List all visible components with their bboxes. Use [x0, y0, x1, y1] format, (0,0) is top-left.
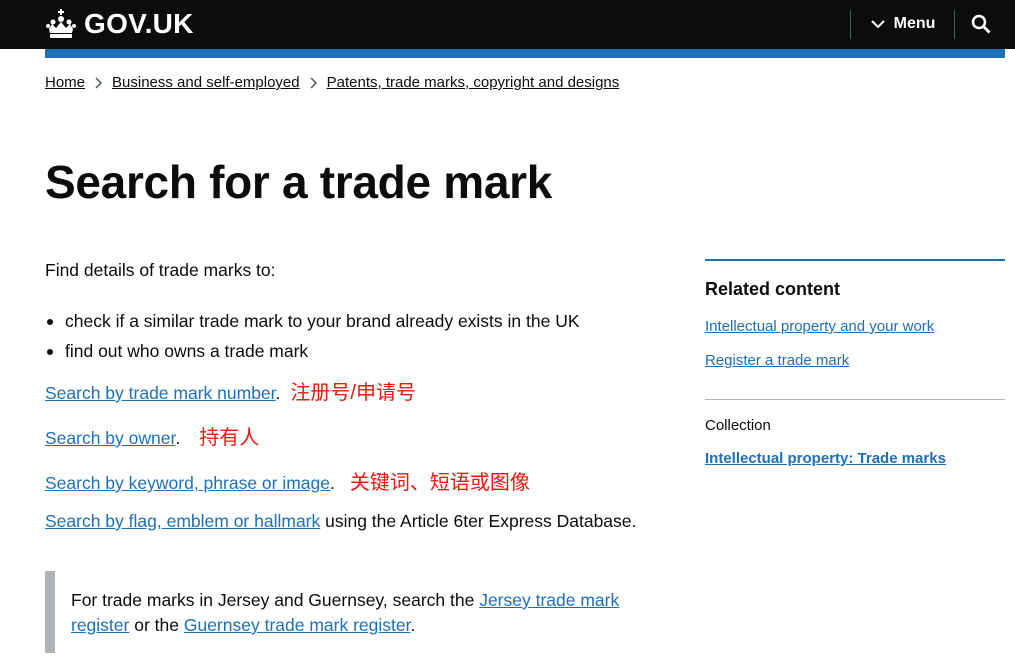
annotation-note: 持有人	[199, 427, 260, 449]
chevron-right-icon	[95, 76, 103, 89]
breadcrumb-business[interactable]: Business and self-employed	[112, 74, 300, 91]
menu-label: Menu	[893, 15, 936, 32]
related-link-register[interactable]: Register a trade mark	[705, 352, 1005, 369]
header-divider	[954, 10, 955, 39]
chevron-down-icon	[870, 19, 885, 28]
bullet-list: check if a similar trade mark to your br…	[45, 306, 580, 366]
search-icon	[971, 14, 991, 34]
link-suffix: .	[175, 428, 181, 448]
search-option: Search by keyword, phrase or image. 关键词、短…	[45, 466, 530, 495]
inset-text-middle: or the	[129, 615, 184, 635]
logo-text: GOV.UK	[84, 8, 194, 39]
intro-text: Find details of trade marks to:	[45, 260, 276, 280]
govuk-logo-link[interactable]: GOV.UK	[45, 6, 194, 42]
search-option: Search by flag, emblem or hallmark using…	[45, 511, 636, 532]
link-suffix: .	[330, 473, 335, 493]
header-divider	[850, 10, 851, 39]
search-by-flag-link[interactable]: Search by flag, emblem or hallmark	[45, 511, 320, 531]
annotation-note: 注册号/申请号	[290, 382, 416, 404]
related-content-heading: Related content	[705, 279, 841, 299]
menu-button[interactable]: Menu	[862, 9, 944, 39]
search-by-number-link[interactable]: Search by trade mark number	[45, 383, 276, 403]
site-header: GOV.UK Menu	[0, 0, 1015, 49]
page-title: Search for a trade mark	[45, 156, 553, 208]
chevron-right-icon	[310, 76, 317, 89]
search-option: Search by owner. 持有人	[45, 421, 259, 450]
link-suffix: using the Article 6ter Express Database.	[320, 511, 637, 531]
collection-label: Collection	[705, 417, 771, 434]
annotation-note: 关键词、短语或图像	[349, 472, 530, 494]
inset-text-after: .	[410, 615, 416, 635]
breadcrumb-patents[interactable]: Patents, trade marks, copyright and desi…	[327, 74, 620, 91]
sidebar-top-border	[705, 259, 1005, 261]
related-content-sidebar: Related content Intellectual property an…	[705, 259, 1005, 467]
search-option: Search by trade mark number. 注册号/申请号	[45, 376, 416, 405]
guernsey-register-link[interactable]: Guernsey trade mark register	[184, 615, 411, 635]
list-item: find out who owns a trade mark	[45, 336, 580, 366]
sidebar-divider	[705, 399, 1005, 400]
crown-icon	[46, 9, 76, 38]
related-link-ip-work[interactable]: Intellectual property and your work	[705, 318, 1005, 335]
collection-link[interactable]: Intellectual property: Trade marks	[705, 450, 1005, 467]
breadcrumb-home[interactable]: Home	[45, 74, 85, 91]
list-item: check if a similar trade mark to your br…	[45, 306, 580, 336]
inset-text-before: For trade marks in Jersey and Guernsey, …	[71, 590, 480, 610]
link-suffix: .	[275, 383, 281, 403]
search-by-keyword-link[interactable]: Search by keyword, phrase or image	[45, 473, 330, 493]
inset-text: For trade marks in Jersey and Guernsey, …	[45, 571, 645, 653]
breadcrumb: Home Business and self-employed Patents,…	[45, 74, 619, 91]
header-blue-bar	[45, 49, 1005, 58]
search-by-owner-link[interactable]: Search by owner	[45, 428, 175, 448]
search-button[interactable]	[962, 9, 1000, 39]
